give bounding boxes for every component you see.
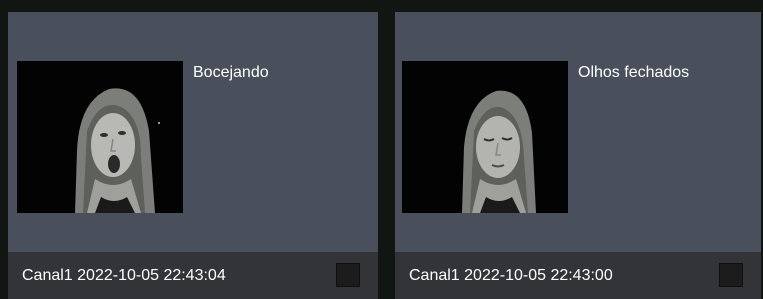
alert-event-label: Olhos fechados [578,64,690,81]
acknowledge-checkbox[interactable] [719,263,743,287]
acknowledge-checkbox[interactable] [336,263,360,287]
snapshot-image[interactable] [17,61,183,213]
face-snapshot-eyes-closed-icon [402,61,568,213]
snapshot-image[interactable] [402,61,568,213]
alert-card[interactable]: Olhos fechados Canal1 2022-10-05 22:43:0… [395,12,761,299]
alert-footer: Canal1 2022-10-05 22:43:04 [8,252,378,299]
face-snapshot-yawning-icon [17,61,183,213]
alert-channel-timestamp: Canal1 2022-10-05 22:43:04 [22,267,226,284]
alert-footer: Canal1 2022-10-05 22:43:00 [395,252,761,299]
alert-event-label: Bocejando [193,64,269,81]
alert-channel-timestamp: Canal1 2022-10-05 22:43:00 [409,267,613,284]
alert-grid: Bocejando Canal1 2022-10-05 22:43:04 Olh… [0,0,763,299]
alert-card[interactable]: Bocejando Canal1 2022-10-05 22:43:04 [8,12,378,299]
